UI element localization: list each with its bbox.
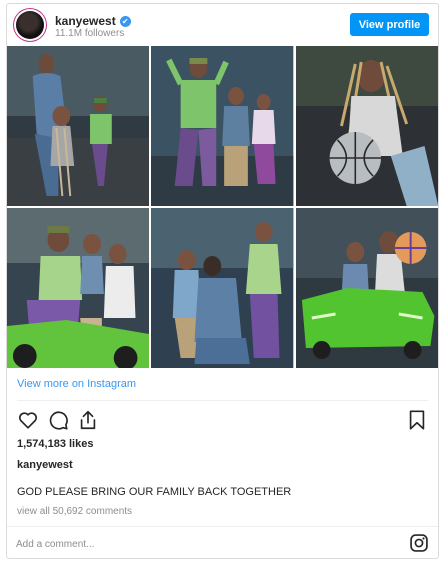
view-profile-button[interactable]: View profile bbox=[350, 13, 429, 36]
comment-icon[interactable] bbox=[47, 409, 69, 431]
photo-girl-with-basketball[interactable] bbox=[295, 46, 438, 206]
share-icon[interactable] bbox=[77, 409, 99, 431]
username[interactable]: kanyewest bbox=[55, 14, 116, 28]
heart-icon[interactable] bbox=[17, 409, 39, 431]
post-header: kanyewest ✔ 11.1M followers View profile bbox=[7, 4, 438, 46]
caption-author[interactable]: kanyewest bbox=[17, 459, 73, 471]
action-bar bbox=[17, 409, 428, 431]
photo-kids-in-green-toy-car[interactable] bbox=[295, 208, 438, 368]
add-comment-input[interactable] bbox=[16, 535, 386, 553]
photo-three-kids-cheering[interactable] bbox=[151, 46, 294, 206]
photo-kids-on-toy-atv[interactable] bbox=[7, 208, 150, 368]
username-row: kanyewest ✔ bbox=[55, 14, 131, 28]
instagram-icon[interactable] bbox=[409, 533, 429, 553]
follower-count: 11.1M followers bbox=[55, 28, 125, 39]
view-all-comments-link[interactable]: view all 50,692 comments bbox=[17, 506, 132, 517]
divider bbox=[7, 526, 438, 527]
divider bbox=[17, 400, 428, 401]
photo-grid[interactable] bbox=[7, 46, 438, 368]
avatar[interactable] bbox=[16, 11, 44, 39]
likes-count[interactable]: 1,574,183 likes bbox=[17, 438, 93, 450]
photo-mother-with-daughter-and-son[interactable] bbox=[7, 46, 150, 206]
verified-badge-icon: ✔ bbox=[119, 15, 131, 27]
photo-mother-kissing-child[interactable] bbox=[151, 208, 294, 368]
view-more-on-instagram-link[interactable]: View more on Instagram bbox=[17, 378, 136, 390]
caption-text: GOD PLEASE BRING OUR FAMILY BACK TOGETHE… bbox=[17, 486, 292, 498]
bookmark-icon[interactable] bbox=[406, 409, 428, 431]
instagram-embed-card: kanyewest ✔ 11.1M followers View profile bbox=[6, 3, 439, 559]
